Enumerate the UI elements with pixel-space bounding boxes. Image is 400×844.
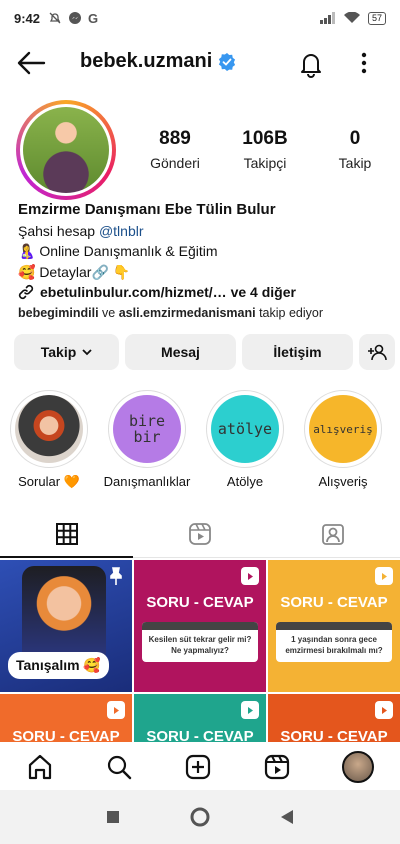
post-title: SORU - CEVAP [280,728,388,742]
username-title: bebek.uzmani [80,50,236,73]
profile-name: Emzirme Danışmanı Ebe Tülin Bulur [18,201,276,218]
reel-icon [375,701,393,719]
post-title: SORU - CEVAP [146,728,254,742]
mention-link[interactable]: @tlnblr [99,223,144,239]
suggested-users-button[interactable] [359,334,395,370]
search-icon[interactable] [105,753,133,781]
post-question: 1 yaşından sonra gece emzirmesi bırakılm… [276,622,392,662]
tab-grid[interactable] [0,510,134,558]
profile-header: bebek.uzmani [0,40,400,86]
profile-nav-avatar[interactable] [342,751,375,783]
reel-icon [107,701,125,719]
reel-icon [241,567,259,585]
highlight-atolye[interactable]: atölye Atölye [196,390,294,490]
followed-by-text[interactable]: bebegimindili ve asli.emzirmedanismani t… [18,303,388,324]
highlight-cover: alışveriş [309,395,377,463]
status-bar: 9:42 G 57 [0,0,400,36]
website-row[interactable]: ebetulinbulur.com/hizmet/… ve 4 diğer [18,282,388,303]
back-system-icon[interactable] [280,809,294,825]
posts-grid: Tanışalım 🥰 SORU - CEVAP Kesilen süt tek… [0,560,400,742]
stat-posts[interactable]: 889 Gönderi [130,128,220,171]
back-arrow-icon[interactable] [16,50,46,76]
post-title: SORU - CEVAP [146,594,254,611]
bottom-nav [0,744,400,790]
tagged-icon [322,523,345,545]
bio-line-3: 🥰 Detaylar🔗 👇 [18,263,131,280]
post-tile[interactable]: SORU - CEVAP [0,694,132,742]
battery-level: 57 [371,12,382,23]
highlight-danismanliklar[interactable]: bire bir Danışmanlıklar [98,390,196,490]
profile-actions: Takip Mesaj İletişim [14,334,395,370]
signal-icon [319,12,335,24]
profile-bio: Emzirme Danışmanı Ebe Tülin Bulur Şahsi … [18,200,388,323]
profile-photo [23,107,109,193]
profile-stats: 889 Gönderi 106B Takipçi 0 Takip [130,128,400,171]
website-link[interactable]: ebetulinbulur.com/hizmet/… ve 4 diğer [40,282,296,303]
post-tile[interactable]: SORU - CEVAP Kesilen süt tekrar gelir mi… [134,560,266,692]
add-person-icon [368,344,387,361]
story-highlights: Sorular 🧡 bire bir Danışmanlıklar atölye… [0,390,400,490]
status-time: 9:42 [14,10,41,26]
message-button[interactable]: Mesaj [125,334,236,370]
stat-following[interactable]: 0 Takip [310,128,400,171]
stat-followers[interactable]: 106B Takipçi [220,128,310,171]
pin-icon [110,567,122,585]
battery-icon: 57 [367,11,386,25]
mute-icon [49,12,61,24]
highlight-cover: atölye [211,395,279,463]
tab-reels[interactable] [133,510,266,557]
tab-tagged[interactable] [267,510,400,557]
link-icon [18,285,34,300]
bio-line-2: 🤱 Online Danışmanlık & Eğitim [18,243,218,259]
notification-bell-icon[interactable] [296,49,326,79]
post-caption: Tanışalım 🥰 [8,652,109,679]
chevron-down-icon [82,349,92,356]
more-options-icon[interactable] [354,50,374,76]
home-icon[interactable] [26,753,54,781]
post-tile[interactable]: Tanışalım 🥰 [0,560,132,692]
post-tile[interactable]: SORU - CEVAP [134,694,266,742]
profile-tabs [0,510,400,558]
reel-icon [375,567,393,585]
profile-avatar[interactable] [16,100,116,200]
post-title: SORU - CEVAP [280,594,388,611]
grid-icon [55,522,78,545]
contact-button[interactable]: İletişim [242,334,353,370]
highlight-alisveris[interactable]: alışveriş Alışveriş [294,390,392,490]
post-tile[interactable]: SORU - CEVAP 1 yaşından sonra gece emzir… [268,560,400,692]
system-nav-bar [0,790,400,844]
highlight-sorular[interactable]: Sorular 🧡 [0,390,98,490]
follow-button[interactable]: Takip [14,334,119,370]
create-post-icon[interactable] [184,753,212,781]
wifi-icon [343,12,360,23]
home-system-icon[interactable] [190,807,210,827]
post-title: SORU - CEVAP [12,728,120,742]
highlight-cover: bire bir [113,395,181,463]
recents-icon[interactable] [106,810,120,824]
username: bebek.uzmani [80,50,213,72]
post-question: Kesilen süt tekrar gelir mi? Ne yapmalıy… [142,622,258,662]
reels-nav-icon[interactable] [263,753,291,781]
verified-badge-icon [219,52,236,71]
post-tile[interactable]: SORU - CEVAP [268,694,400,742]
reels-icon [189,522,211,545]
highlight-cover [15,395,83,463]
google-icon: G [88,10,99,26]
reel-icon [241,701,259,719]
messenger-icon [69,12,82,24]
bio-line-1: Şahsi hesap @tlnblr [18,222,144,239]
